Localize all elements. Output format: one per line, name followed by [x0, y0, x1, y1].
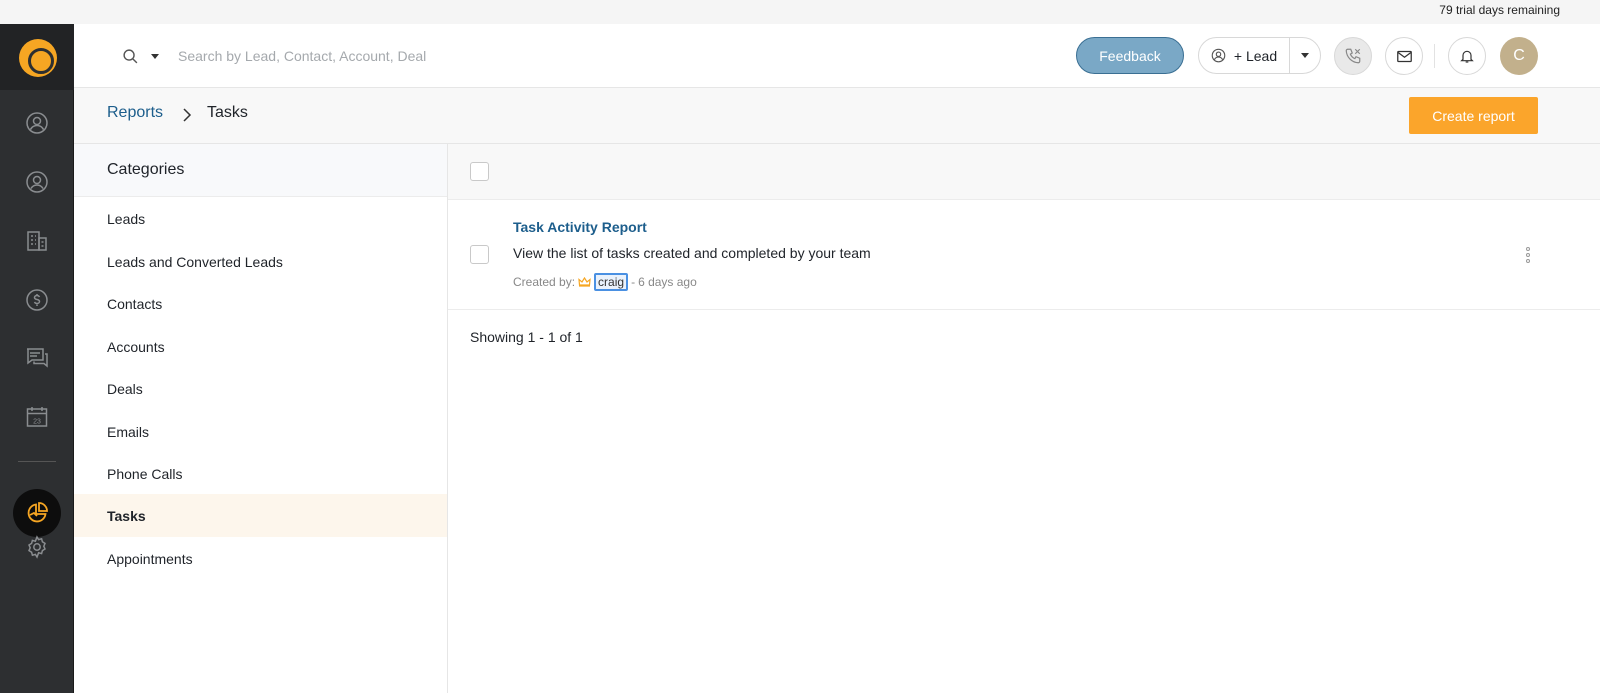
reports-icon — [27, 502, 48, 523]
phone-button[interactable] — [1334, 37, 1372, 75]
breadcrumb-current: Tasks — [207, 104, 248, 121]
bell-icon — [1460, 50, 1474, 63]
list-header — [448, 144, 1600, 200]
chevron-right-icon — [183, 108, 192, 122]
user-avatar[interactable]: C — [1500, 37, 1538, 75]
category-deals[interactable]: Deals — [74, 367, 447, 410]
rail-deals[interactable] — [22, 285, 52, 315]
add-lead-label: + Lead — [1233, 47, 1278, 64]
leads-icon — [26, 112, 48, 134]
rail-divider — [18, 461, 56, 462]
phone-off-icon — [1345, 48, 1361, 64]
trial-days-text: 79 trial days remaining — [1439, 3, 1560, 17]
categories-panel: Categories Leads Leads and Converted Lea… — [74, 144, 448, 693]
chevron-down-icon — [1301, 53, 1309, 58]
rail-contacts[interactable] — [22, 167, 52, 197]
contacts-icon — [26, 171, 48, 193]
rail-accounts[interactable] — [22, 226, 52, 256]
rail-calendar[interactable]: 23 — [22, 402, 52, 432]
report-row: Task Activity Report View the list of ta… — [448, 200, 1600, 310]
crown-icon — [578, 277, 591, 287]
nav-rail: 23 — [0, 24, 74, 693]
breadcrumb-reports-link[interactable]: Reports — [107, 104, 163, 122]
feedback-button[interactable]: Feedback — [1076, 37, 1184, 74]
mail-icon — [1396, 50, 1412, 62]
report-description: View the list of tasks created and compl… — [513, 245, 871, 261]
rail-leads[interactable] — [22, 108, 52, 138]
report-title-link[interactable]: Task Activity Report — [513, 219, 647, 235]
app-logo-area[interactable] — [0, 24, 74, 90]
report-meta: Created by: craig - 6 days ago — [513, 273, 697, 291]
notifications-button[interactable] — [1448, 37, 1486, 75]
category-contacts[interactable]: Contacts — [74, 282, 447, 325]
category-appointments[interactable]: Appointments — [74, 537, 447, 580]
email-button[interactable] — [1385, 37, 1423, 75]
select-all-checkbox[interactable] — [470, 162, 489, 181]
svg-text:23: 23 — [33, 419, 41, 426]
rail-conversations[interactable] — [22, 343, 52, 373]
category-leads[interactable]: Leads — [74, 197, 447, 240]
report-list: Task Activity Report View the list of ta… — [448, 144, 1600, 693]
search-scope-caret-icon[interactable] — [151, 54, 159, 59]
categories-title: Categories — [74, 144, 447, 197]
category-leads-converted[interactable]: Leads and Converted Leads — [74, 240, 447, 283]
rail-reports[interactable] — [13, 489, 61, 537]
trial-banner: 79 trial days remaining — [0, 0, 1600, 24]
category-accounts[interactable]: Accounts — [74, 325, 447, 368]
app-logo[interactable] — [19, 39, 57, 77]
report-row-checkbox[interactable] — [470, 245, 489, 264]
search-icon — [123, 49, 138, 64]
search-scope-toggle[interactable] — [122, 48, 139, 70]
rail-settings[interactable] — [22, 532, 52, 562]
more-options-icon[interactable] — [1526, 247, 1530, 263]
category-phone-calls[interactable]: Phone Calls — [74, 452, 447, 495]
add-lead-split-button: + Lead — [1198, 37, 1321, 74]
topbar-divider — [1434, 44, 1435, 68]
user-icon — [1211, 48, 1226, 63]
create-report-button[interactable]: Create report — [1409, 97, 1538, 134]
conversations-icon — [27, 348, 48, 368]
created-by-label: Created by: — [513, 275, 576, 289]
accounts-icon — [27, 231, 47, 251]
deals-icon — [26, 289, 48, 311]
calendar-icon: 23 — [26, 407, 48, 427]
add-lead-dropdown[interactable] — [1290, 38, 1320, 73]
meta-separator: - — [631, 275, 636, 289]
pagination-summary: Showing 1 - 1 of 1 — [470, 329, 583, 345]
add-lead-button[interactable]: + Lead — [1199, 38, 1290, 73]
search-input[interactable] — [178, 42, 678, 70]
settings-icon — [28, 535, 46, 559]
category-emails[interactable]: Emails — [74, 410, 447, 453]
report-creator[interactable]: craig — [594, 273, 629, 291]
page-header: Reports Tasks Create report — [74, 88, 1600, 144]
category-tasks[interactable]: Tasks — [74, 494, 447, 537]
top-bar: Feedback + Lead C — [74, 24, 1600, 88]
report-age: 6 days ago — [638, 275, 697, 289]
